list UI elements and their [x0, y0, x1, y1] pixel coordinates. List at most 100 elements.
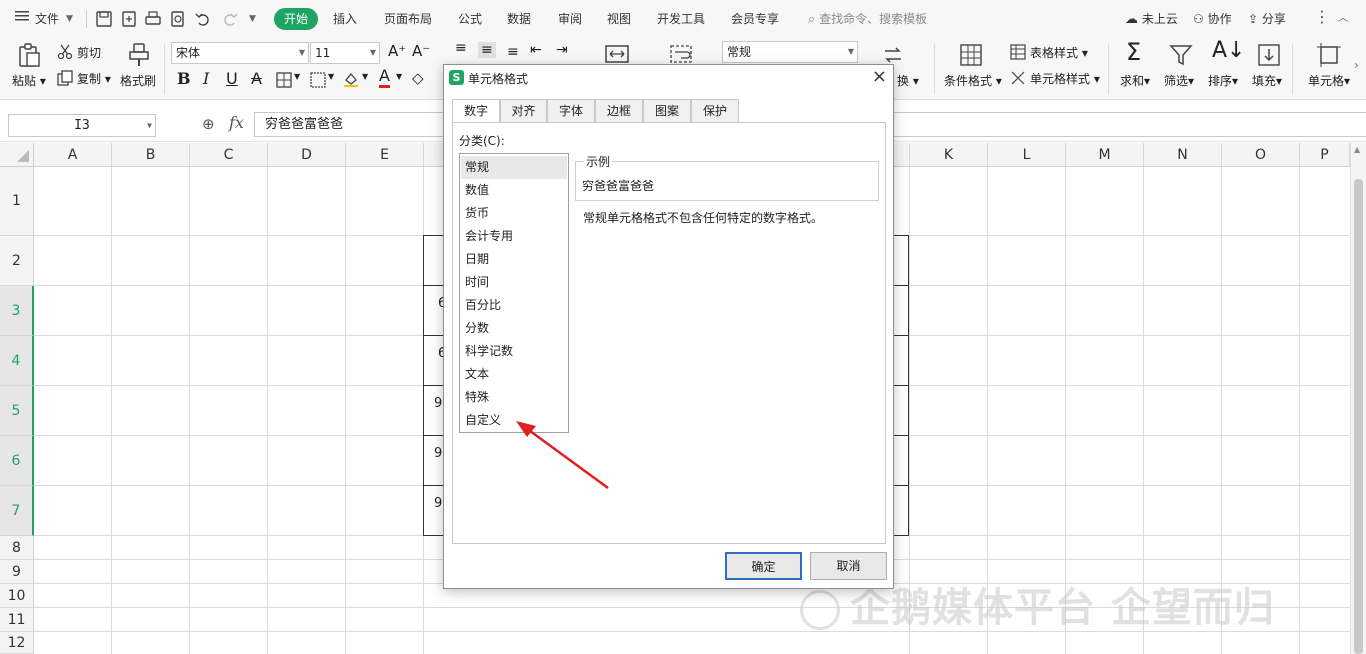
row-header-2[interactable]: 2: [0, 236, 34, 286]
underline-icon[interactable]: U: [226, 69, 238, 88]
category-number[interactable]: 数值: [461, 179, 567, 202]
row-header-8[interactable]: 8: [0, 536, 34, 560]
chevron-down-icon[interactable]: ▼: [396, 72, 402, 81]
filter-button[interactable]: 筛选▾: [1164, 72, 1194, 89]
column-header-a[interactable]: A: [34, 143, 112, 167]
chevron-down-icon[interactable]: ▼: [362, 72, 368, 81]
table-style-icon[interactable]: [1010, 44, 1026, 60]
row-header-9[interactable]: 9: [0, 560, 34, 584]
copy-icon[interactable]: [57, 70, 73, 86]
fill-color-icon[interactable]: [343, 71, 359, 87]
font-size-select[interactable]: 11 ▼: [310, 42, 380, 64]
tab-insert[interactable]: 插入: [333, 9, 357, 29]
redo-icon[interactable]: [221, 10, 239, 28]
category-general[interactable]: 常规: [461, 156, 567, 179]
tab-alignment[interactable]: 对齐: [500, 99, 547, 123]
column-header-e[interactable]: E: [346, 143, 424, 167]
share-button[interactable]: ⇪ 分享: [1248, 9, 1286, 29]
tab-border[interactable]: 边框: [595, 99, 643, 123]
convert-button[interactable]: 换 ▾: [897, 72, 919, 89]
row-header-11[interactable]: 11: [0, 608, 34, 632]
category-scientific[interactable]: 科学记数: [461, 340, 567, 363]
scissors-icon[interactable]: [57, 44, 73, 60]
row-header-5[interactable]: 5: [0, 386, 34, 436]
name-box[interactable]: I3 ▼: [8, 114, 156, 137]
table-cell[interactable]: 9: [434, 446, 442, 461]
cell-style-button[interactable]: 单元格样式 ▾: [1030, 70, 1100, 87]
sum-icon[interactable]: Σ: [1126, 38, 1141, 66]
zoom-icon[interactable]: ⊕: [202, 115, 215, 133]
indent-increase-icon[interactable]: ⇥: [556, 42, 568, 58]
tab-formulas[interactable]: 公式: [458, 9, 482, 29]
chevron-down-icon[interactable]: ▼: [66, 9, 73, 29]
sort-button[interactable]: 排序▾: [1208, 72, 1238, 89]
tab-view[interactable]: 视图: [607, 9, 631, 29]
tab-page-layout[interactable]: 页面布局: [384, 9, 432, 29]
tab-pattern[interactable]: 图案: [643, 99, 691, 123]
category-currency[interactable]: 货币: [461, 202, 567, 225]
format-painter-icon[interactable]: [126, 42, 152, 68]
hamburger-icon[interactable]: [14, 9, 30, 29]
decrease-font-icon[interactable]: A⁻: [412, 42, 430, 60]
category-text[interactable]: 文本: [461, 363, 567, 386]
category-special[interactable]: 特殊: [461, 386, 567, 409]
strikethrough-icon[interactable]: A: [251, 69, 262, 88]
row-header-1[interactable]: 1: [0, 167, 34, 236]
bold-icon[interactable]: B: [177, 69, 191, 88]
chevron-down-icon[interactable]: ▼: [294, 72, 300, 81]
tab-home[interactable]: 开始: [274, 8, 318, 30]
table-cell[interactable]: 9: [434, 396, 442, 411]
collapse-ribbon-icon[interactable]: ︿: [1338, 9, 1348, 29]
cell-icon[interactable]: [1316, 42, 1342, 68]
italic-icon[interactable]: I: [203, 69, 209, 88]
copy-button[interactable]: 复制 ▾: [77, 70, 111, 87]
function-icon[interactable]: fx: [229, 113, 244, 132]
column-header-l[interactable]: L: [988, 143, 1066, 167]
row-header-10[interactable]: 10: [0, 584, 34, 608]
category-accounting[interactable]: 会计专用: [461, 225, 567, 248]
paste-button[interactable]: 粘贴 ▾: [12, 72, 46, 89]
file-menu[interactable]: 文件: [35, 9, 59, 29]
borders-icon[interactable]: [276, 72, 292, 88]
conditional-format-button[interactable]: 条件格式 ▾: [944, 72, 1002, 89]
vertical-scrollbar[interactable]: ▲: [1350, 143, 1366, 654]
sum-button[interactable]: 求和▾: [1120, 72, 1150, 89]
column-header-d[interactable]: D: [268, 143, 346, 167]
search-commands[interactable]: ⌕ 查找命令、搜索模板: [808, 9, 927, 29]
dialog-title-bar[interactable]: S 单元格格式 ×: [444, 65, 893, 91]
tab-review[interactable]: 审阅: [558, 9, 582, 29]
select-all-corner[interactable]: [0, 143, 34, 167]
chevron-down-icon[interactable]: ▼: [328, 72, 334, 81]
cancel-button[interactable]: 取消: [810, 552, 887, 580]
align-top-icon[interactable]: ≡: [455, 40, 467, 56]
indent-decrease-icon[interactable]: ⇤: [530, 42, 542, 58]
row-header-4[interactable]: 4: [0, 336, 34, 386]
category-percentage[interactable]: 百分比: [461, 294, 567, 317]
format-painter-button[interactable]: 格式刷: [120, 72, 156, 89]
number-format-select[interactable]: 常规 ▼: [722, 41, 858, 63]
column-header-c[interactable]: C: [190, 143, 268, 167]
collaborate-button[interactable]: ⚇ 协作: [1193, 9, 1232, 29]
row-header-7[interactable]: 7: [0, 486, 34, 536]
print-icon[interactable]: [144, 10, 162, 28]
column-header-m[interactable]: M: [1066, 143, 1144, 167]
column-header-k[interactable]: K: [910, 143, 988, 167]
cell-button[interactable]: 单元格▾: [1308, 72, 1350, 89]
table-style-button[interactable]: 表格样式 ▾: [1030, 44, 1088, 61]
more-options-icon[interactable]: ⋮: [1314, 7, 1330, 27]
column-header-p[interactable]: P: [1300, 143, 1350, 167]
column-header-o[interactable]: O: [1222, 143, 1300, 167]
save-icon[interactable]: [95, 10, 113, 28]
category-time[interactable]: 时间: [461, 271, 567, 294]
row-header-3[interactable]: 3: [0, 286, 34, 336]
category-fraction[interactable]: 分数: [461, 317, 567, 340]
cut-button[interactable]: 剪切: [77, 44, 101, 61]
increase-font-icon[interactable]: A⁺: [388, 42, 406, 60]
fill-button[interactable]: 填充▾: [1252, 72, 1282, 89]
ribbon-scroll-right-icon[interactable]: ›: [1354, 58, 1359, 72]
undo-icon[interactable]: [194, 10, 212, 28]
filter-icon[interactable]: [1168, 42, 1194, 68]
align-bottom-icon[interactable]: ≡: [507, 44, 519, 60]
tab-number[interactable]: 数字: [452, 99, 500, 124]
category-custom[interactable]: 自定义: [461, 409, 567, 432]
